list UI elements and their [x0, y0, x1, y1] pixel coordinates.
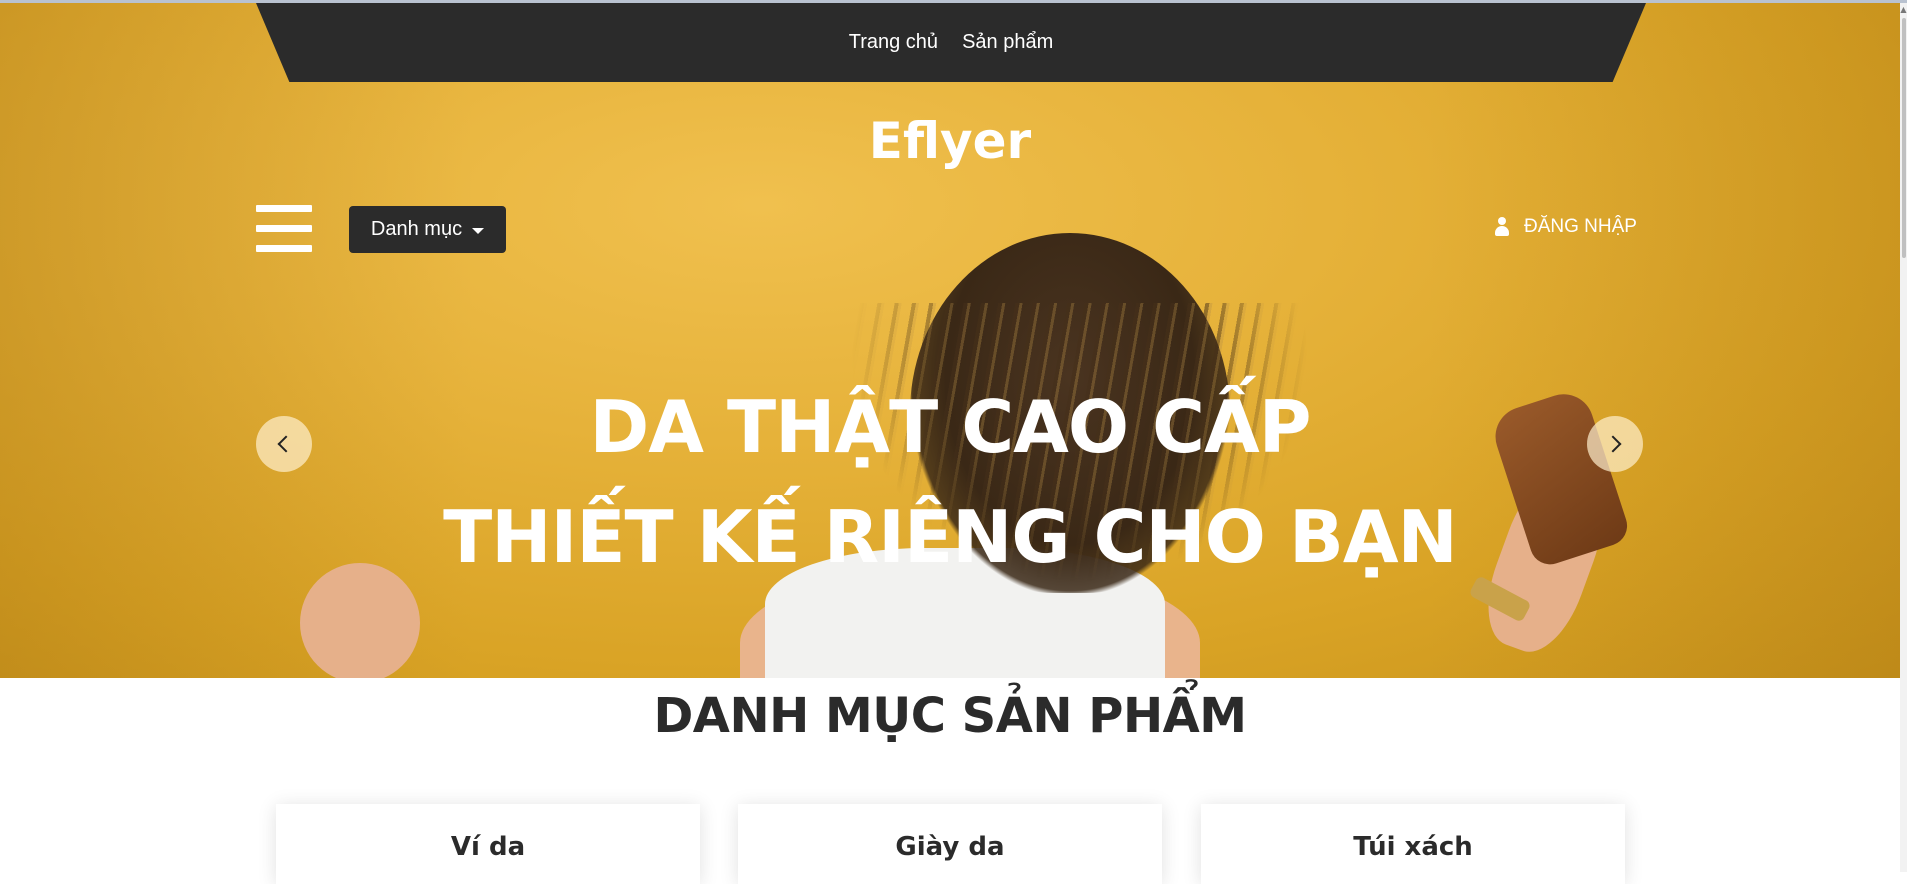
hamburger-bar	[256, 225, 312, 232]
nav-home-link[interactable]: Trang chủ	[849, 31, 938, 54]
category-card-handbag[interactable]: Túi xách	[1201, 804, 1625, 884]
hamburger-icon[interactable]	[256, 205, 312, 253]
user-icon	[1494, 217, 1510, 237]
hero-headline-line2: THIẾT KẾ RIÊNG CHO BẠN	[443, 495, 1458, 579]
category-card-title: Ví da	[450, 832, 526, 862]
carousel-next-button[interactable]	[1587, 416, 1643, 472]
page-scrollbar-thumb[interactable]	[1902, 18, 1906, 258]
hamburger-bar	[256, 205, 312, 212]
chevron-right-icon	[1604, 435, 1622, 453]
section-title: DANH MỤC SẢN PHẨM	[653, 688, 1247, 744]
login-label: ĐĂNG NHẬP	[1524, 216, 1637, 237]
nav-products-link[interactable]: Sản phẩm	[962, 31, 1053, 54]
site-logo[interactable]: Eflyer	[0, 112, 1900, 170]
category-card-title: Giày da	[895, 832, 1005, 862]
scroll-up-icon[interactable]: ▲	[1900, 5, 1907, 15]
hamburger-bar	[256, 245, 312, 252]
chevron-left-icon	[277, 435, 295, 453]
top-navigation: Trang chủ Sản phẩm	[256, 3, 1646, 82]
carousel-prev-button[interactable]	[256, 416, 312, 472]
category-dropdown-label: Danh mục	[370, 218, 463, 240]
caret-down-icon	[472, 227, 485, 234]
category-card-wallet[interactable]: Ví da	[276, 804, 700, 884]
category-dropdown-button[interactable]: Danh mục	[349, 206, 506, 253]
category-card-title: Túi xách	[1353, 832, 1473, 862]
login-link[interactable]: ĐĂNG NHẬP	[1494, 216, 1637, 238]
category-card-shoes[interactable]: Giày da	[738, 804, 1162, 884]
hero-photo-left-hand	[300, 563, 420, 678]
